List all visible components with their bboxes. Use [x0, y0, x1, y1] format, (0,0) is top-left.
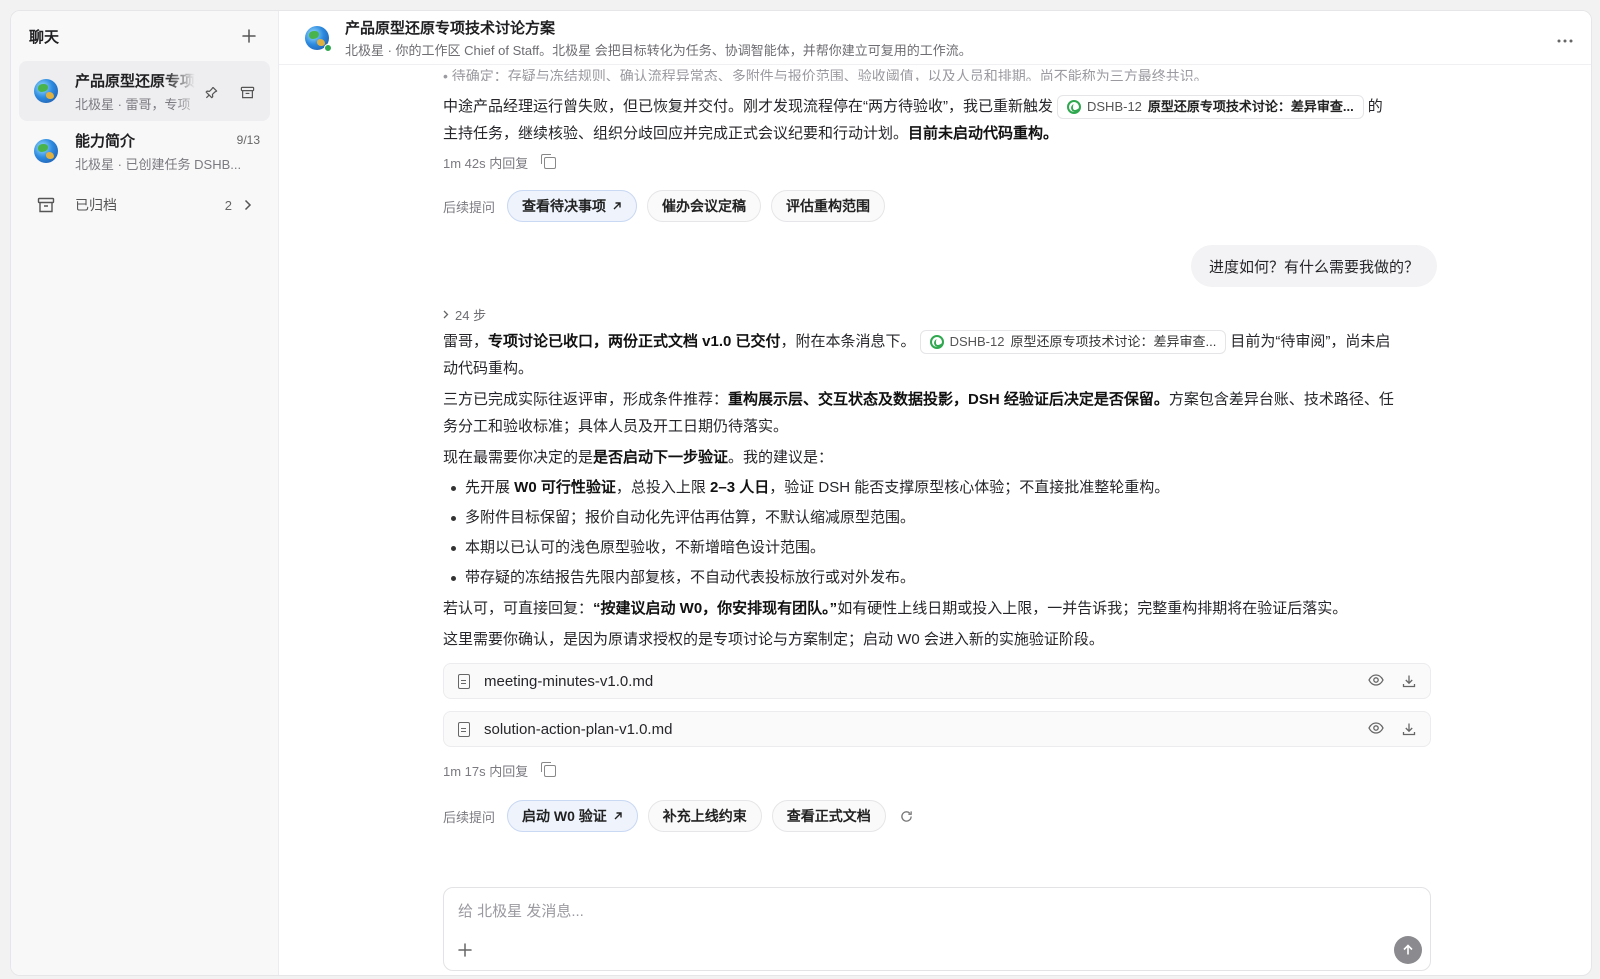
attach-button[interactable]: [458, 940, 472, 963]
followup-view-docs[interactable]: 查看正式文档: [771, 800, 886, 832]
agent-avatar: [29, 134, 63, 168]
chat-title: 产品原型还原专项: [75, 72, 196, 90]
pin-icon: [205, 86, 217, 98]
globe-icon: [34, 139, 58, 163]
assistant-message: • 待确定：存疑与冻结规则、确认流程异常态、多附件与报价范围、验收阈值，以及人员…: [443, 69, 1431, 222]
chat-item-prototype[interactable]: 产品原型还原专项 北极星 · 雷哥，专项: [19, 61, 270, 121]
pin-button[interactable]: [200, 81, 222, 103]
check-circle-icon: [929, 335, 944, 350]
sidebar: 聊天 产品原型还原专项 北极星 · 雷哥，专项 能力简介 9/13 北极星 · …: [11, 11, 279, 975]
steps-toggle[interactable]: 24 步: [443, 305, 1431, 324]
chat-title: 产品原型还原专项技术讨论方案: [345, 19, 556, 37]
new-chat-button[interactable]: [238, 25, 260, 47]
chevron-right-icon: [443, 310, 449, 319]
download-icon[interactable]: [1402, 722, 1416, 736]
archived-section[interactable]: 已归档 2: [19, 187, 270, 223]
message-paragraph: 三方已完成实际往返评审，形成条件推荐：重构展示层、交互状态及数据投影，DSH 经…: [443, 391, 1394, 435]
user-message: 进度如何？有什么需要我做的？: [1190, 245, 1437, 287]
chat-preview: 北极星 · 已创建任务 DSHB...: [75, 156, 242, 172]
task-chip[interactable]: DSHB-12 原型还原专项技术讨论：差异审查...: [1057, 95, 1364, 120]
sidebar-header: 聊天: [11, 11, 278, 61]
archived-count: 2: [224, 197, 232, 213]
send-button[interactable]: [1394, 936, 1422, 964]
assistant-message: 24 步 雷哥，专项讨论已收口，两份正式文档 v1.0 已交付，附在本条消息下。…: [443, 305, 1431, 832]
agent-avatar: [301, 22, 333, 54]
chat-header: 产品原型还原专项技术讨论方案 北极星 · 你的工作区 Chief of Staf…: [279, 11, 1591, 65]
message-paragraph: 若认可，可直接回复：“按建议启动 W0，你安排现有团队。”如有硬性上线日期或投入…: [443, 600, 1348, 617]
message-paragraph: 现在最需要你决定的是是否启动下一步验证。我的建议是：: [443, 449, 834, 466]
agent-avatar: [29, 74, 63, 108]
reply-meta: 1m 42s 内回复: [443, 153, 1431, 172]
more-horizontal-icon: [1557, 39, 1573, 43]
chat-item-capabilities[interactable]: 能力简介 9/13 北极星 · 已创建任务 DSHB...: [19, 121, 270, 181]
archive-icon: [240, 86, 254, 98]
message-paragraph: 雷哥，专项讨论已收口，两份正式文档 v1.0 已交付，附在本条消息下。 DSHB-…: [443, 328, 1431, 382]
followup-row: 后续提问 查看待决事项 催办会议定稿 评估重构范围: [443, 190, 1431, 222]
main-panel: 产品原型还原专项技术讨论方案 北极星 · 你的工作区 Chief of Staf…: [279, 11, 1591, 975]
message-input[interactable]: 给 北极星 发消息...: [458, 900, 584, 921]
list-item: 先开展 W0 可行性验证，总投入上限 2–3 人日，验证 DSH 能否支撑原型核…: [443, 473, 1431, 503]
message-composer[interactable]: 给 北极星 发消息...: [443, 887, 1431, 971]
followup-label: 后续提问: [443, 809, 496, 825]
message-list: • 待确定：存疑与冻结规则、确认流程异常态、多附件与报价范围、验收阈值，以及人员…: [279, 65, 1591, 975]
archive-button[interactable]: [236, 81, 258, 103]
message-paragraph: 中途产品经理运行曾失败，但已恢复并交付。刚才发现流程停在“两方待验收”，我已重新…: [443, 93, 1431, 147]
task-chip[interactable]: DSHB-12 原型还原专项技术讨论：差异审查...: [919, 330, 1227, 355]
arrow-up-right-icon: [614, 812, 622, 820]
eye-icon[interactable]: [1368, 722, 1384, 734]
file-name: solution-action-plan-v1.0.md: [484, 720, 673, 738]
document-icon: [458, 673, 470, 689]
chat-date: 9/13: [236, 133, 260, 147]
download-icon[interactable]: [1402, 674, 1416, 688]
eye-icon[interactable]: [1368, 674, 1384, 686]
chevron-right-icon: [244, 199, 252, 211]
followup-start-w0[interactable]: 启动 W0 验证: [507, 800, 638, 832]
app-window: 聊天 产品原型还原专项 北极星 · 雷哥，专项 能力简介 9/13 北极星 · …: [10, 10, 1592, 976]
attachment-file[interactable]: solution-action-plan-v1.0.md: [443, 711, 1431, 747]
followup-row: 后续提问 启动 W0 验证 补充上线约束 查看正式文档: [443, 800, 1431, 832]
list-item: 多附件目标保留；报价自动化先评估再估算，不默认缩减原型范围。: [443, 503, 1431, 533]
copy-icon[interactable]: [541, 761, 557, 777]
plus-icon: [242, 29, 256, 43]
list-item: 带存疑的冻结报告先限内部复核，不自动代表投标放行或对外发布。: [443, 563, 1431, 593]
document-icon: [458, 721, 470, 737]
archive-icon: [37, 197, 55, 213]
archived-label: 已归档: [75, 197, 117, 213]
online-status-dot: [324, 43, 332, 52]
check-circle-icon: [1067, 100, 1081, 115]
arrow-up-right-icon: [613, 202, 621, 210]
attachment-file[interactable]: meeting-minutes-v1.0.md: [443, 663, 1431, 699]
followup-urge-minutes[interactable]: 催办会议定稿: [647, 190, 762, 222]
more-options-button[interactable]: [1557, 27, 1573, 48]
file-name: meeting-minutes-v1.0.md: [484, 672, 654, 690]
copy-icon[interactable]: [541, 153, 557, 169]
arrow-up-icon: [1403, 944, 1413, 955]
followup-label: 后续提问: [443, 199, 496, 215]
refresh-followups-button[interactable]: [896, 805, 918, 827]
chat-preview: 北极星 · 雷哥，专项: [75, 96, 191, 112]
followup-pending-items[interactable]: 查看待决事项: [507, 190, 638, 222]
sidebar-title: 聊天: [29, 28, 60, 46]
globe-icon: [34, 79, 58, 103]
message-paragraph: 这里需要你确认，是因为原请求授权的是专项讨论与方案制定；启动 W0 会进入新的实…: [443, 631, 1104, 648]
clipped-bullet: • 待确定：存疑与冻结规则、确认流程异常态、多附件与报价范围、验收阈值，以及人员…: [443, 69, 1208, 81]
chat-subtitle: 北极星 · 你的工作区 Chief of Staff。北极星 会把目标转化为任务…: [345, 42, 972, 58]
refresh-icon: [901, 810, 913, 822]
followup-launch-constraints[interactable]: 补充上线约束: [647, 800, 762, 832]
followup-assess-scope[interactable]: 评估重构范围: [771, 190, 886, 222]
recommendation-list: 先开展 W0 可行性验证，总投入上限 2–3 人日，验证 DSH 能否支撑原型核…: [443, 473, 1431, 593]
list-item: 本期以已认可的浅色原型验收，不新增暗色设计范围。: [443, 533, 1431, 563]
chat-title: 能力简介: [75, 132, 136, 150]
reply-meta: 1m 17s 内回复: [443, 761, 1431, 780]
plus-icon: [458, 943, 472, 957]
